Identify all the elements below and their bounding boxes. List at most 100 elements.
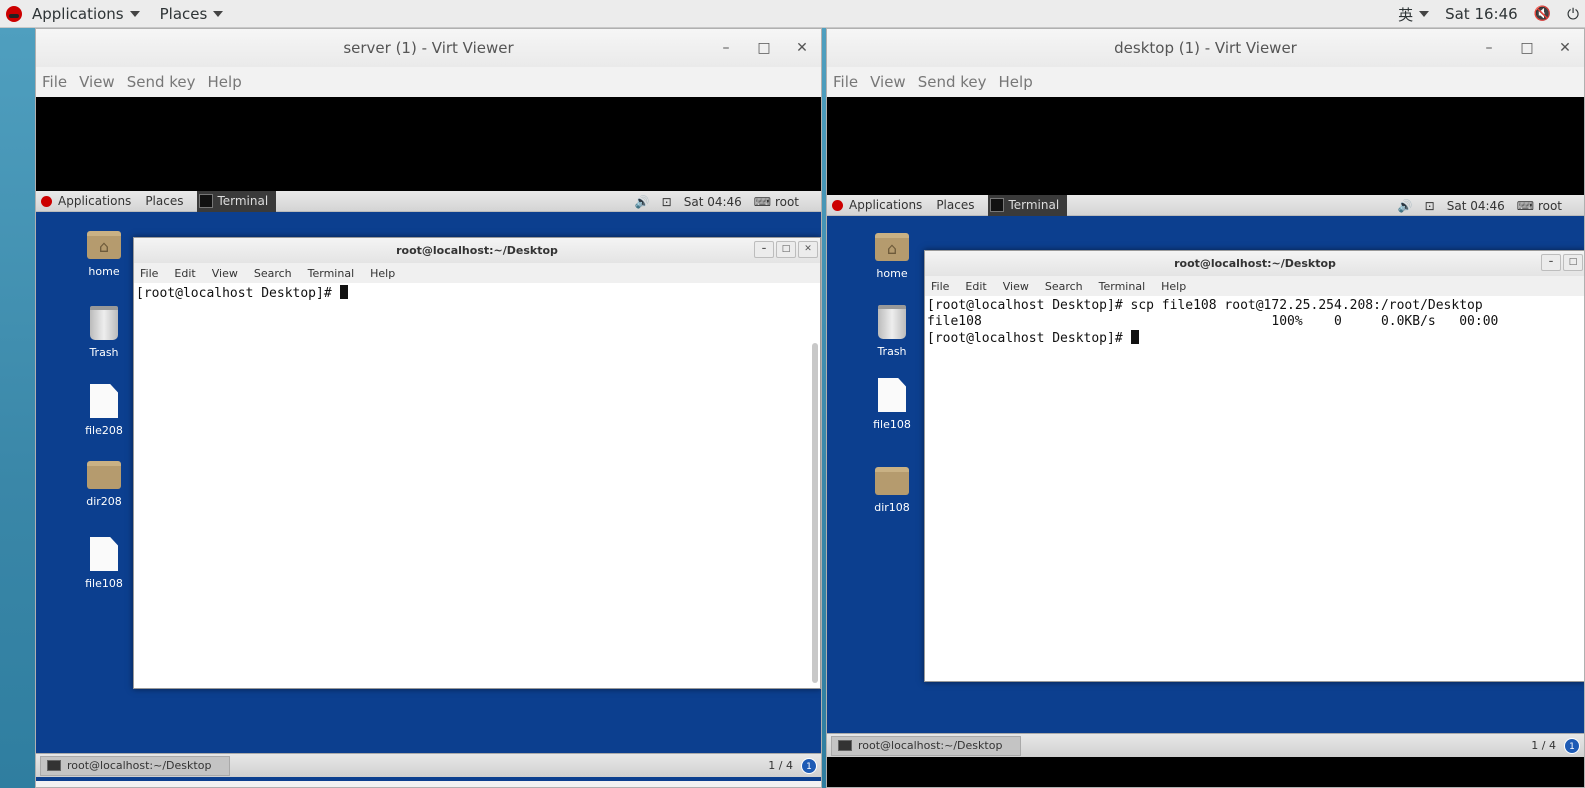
network-icon[interactable]: ⊡ (1425, 199, 1435, 213)
desktop-icon-trash[interactable]: Trash (74, 306, 134, 359)
server-guest-terminal-task[interactable]: Terminal (197, 190, 277, 212)
minimize-icon[interactable]: – (754, 241, 774, 258)
terminal-menu-edit[interactable]: Edit (965, 280, 986, 293)
server-menubar: File View Send key Help (36, 67, 821, 97)
desktop-workspace-indicator[interactable]: 1 / 4 (1531, 739, 1556, 752)
server-guest-bottom-bar: root@localhost:~/Desktop 1 / 4 1 (36, 753, 821, 777)
terminal-icon (838, 740, 852, 751)
desktop-terminal-window[interactable]: root@localhost:~/Desktop – □ File Edit V… (924, 250, 1584, 682)
desktop-terminal-titlebar[interactable]: root@localhost:~/Desktop – □ (925, 251, 1584, 276)
terminal-menu-file[interactable]: File (931, 280, 949, 293)
server-guest-places[interactable]: Places (145, 194, 183, 208)
desktop-terminal-menubar: File Edit View Search Terminal Help (925, 276, 1584, 296)
desktop-menu-file[interactable]: File (833, 73, 858, 91)
close-icon[interactable]: ✕ (783, 40, 821, 56)
server-guest-clock[interactable]: Sat 04:46 (684, 195, 742, 209)
terminal-menu-search[interactable]: Search (254, 267, 292, 280)
terminal-menu-search[interactable]: Search (1045, 280, 1083, 293)
desktop-terminal-output[interactable]: [root@localhost Desktop]# scp file108 ro… (925, 296, 1584, 349)
close-icon[interactable]: ✕ (798, 241, 818, 258)
terminal-line: file108 100% 0 0.0KB/s 00:00 (927, 314, 1499, 329)
home-folder-icon (875, 233, 909, 261)
desktop-icon-file208[interactable]: file208 (74, 384, 134, 437)
server-terminal-title: root@localhost:~/Desktop (396, 244, 558, 257)
desktop-icon-label: file208 (85, 424, 123, 437)
server-guest-applications[interactable]: Applications (58, 194, 131, 208)
network-icon[interactable]: ⊡ (662, 195, 672, 209)
power-icon[interactable]: ⏻ (1567, 5, 1579, 23)
maximize-icon[interactable]: □ (1508, 40, 1546, 56)
volume-icon[interactable]: 🔊 (1398, 199, 1413, 213)
volume-icon[interactable]: 🔊 (635, 195, 650, 209)
server-window-title: server (1) - Virt Viewer (343, 39, 514, 57)
desktop-icon-trash[interactable]: Trash (862, 305, 922, 358)
desktop-icon-dir108[interactable]: dir108 (862, 467, 922, 514)
desktop-icon-dir208[interactable]: dir208 (74, 461, 134, 508)
maximize-icon[interactable]: □ (776, 241, 796, 258)
desktop-menu-view[interactable]: View (870, 73, 906, 91)
desktop-menubar: File View Send key Help (827, 67, 1584, 97)
chevron-down-icon (129, 10, 140, 17)
desktop-window-titlebar[interactable]: desktop (1) - Virt Viewer – □ ✕ (827, 29, 1584, 67)
server-guest-desktop[interactable]: Applications Places Terminal 🔊 ⊡ Sat 04:… (36, 190, 821, 781)
server-terminal-titlebar[interactable]: root@localhost:~/Desktop – □ ✕ (134, 238, 820, 263)
host-places-label: Places (159, 4, 208, 23)
user-menu[interactable]: ⌨ root (1517, 199, 1574, 213)
terminal-menu-view[interactable]: View (212, 267, 238, 280)
desktop-window-title: desktop (1) - Virt Viewer (1114, 39, 1297, 57)
terminal-menu-view[interactable]: View (1003, 280, 1029, 293)
notification-badge[interactable]: 1 (801, 757, 817, 774)
notification-badge[interactable]: 1 (1564, 737, 1580, 754)
server-menu-file[interactable]: File (42, 73, 67, 91)
minimize-icon[interactable]: – (1470, 40, 1508, 56)
host-top-bar: Applications Places 英 Sat 16:46 🔇 ⏻ (0, 0, 1585, 28)
desktop-icon-file108[interactable]: file108 (74, 537, 134, 590)
desktop-guest-clock[interactable]: Sat 04:46 (1447, 199, 1505, 213)
terminal-scrollbar[interactable] (812, 343, 818, 683)
user-menu[interactable]: ⌨ root (754, 195, 811, 209)
desktop-guest-places[interactable]: Places (936, 198, 974, 212)
host-clock[interactable]: Sat 16:46 (1445, 5, 1518, 23)
minimize-icon[interactable]: – (707, 40, 745, 56)
desktop-guest-applications[interactable]: Applications (849, 198, 922, 212)
terminal-menu-terminal[interactable]: Terminal (308, 267, 355, 280)
input-method-indicator[interactable]: 英 (1398, 4, 1430, 25)
server-window-titlebar[interactable]: server (1) - Virt Viewer – □ ✕ (36, 29, 821, 67)
redhat-logo-icon (6, 5, 22, 22)
server-terminal-window[interactable]: root@localhost:~/Desktop – □ ✕ File Edit… (133, 237, 821, 689)
desktop-icon-label: dir208 (86, 495, 122, 508)
chevron-down-icon (1419, 11, 1430, 17)
server-taskbar-terminal[interactable]: root@localhost:~/Desktop (40, 755, 230, 776)
maximize-icon[interactable]: □ (745, 40, 783, 56)
desktop-guest-terminal-task[interactable]: Terminal (988, 194, 1068, 216)
terminal-menu-terminal[interactable]: Terminal (1099, 280, 1146, 293)
desktop-menu-help[interactable]: Help (999, 73, 1033, 91)
close-icon[interactable]: ✕ (1546, 40, 1584, 56)
desktop-display-border (827, 97, 1584, 195)
desktop-display-border-bottom (827, 757, 1584, 787)
desktop-icon-home[interactable]: home (862, 233, 922, 280)
desktop-menu-send-key[interactable]: Send key (918, 73, 987, 91)
server-workspace-indicator[interactable]: 1 / 4 (768, 759, 793, 772)
desktop-icon-home[interactable]: home (74, 231, 134, 278)
terminal-menu-help[interactable]: Help (1161, 280, 1186, 293)
terminal-menu-help[interactable]: Help (370, 267, 395, 280)
desktop-taskbar-terminal[interactable]: root@localhost:~/Desktop (831, 735, 1021, 756)
server-terminal-output[interactable]: [root@localhost Desktop]# (134, 283, 820, 304)
desktop-terminal-title: root@localhost:~/Desktop (1174, 257, 1336, 270)
server-menu-send-key[interactable]: Send key (127, 73, 196, 91)
desktop-guest-desktop[interactable]: Applications Places Terminal 🔊 ⊡ Sat 04:… (827, 194, 1584, 757)
server-menu-view[interactable]: View (79, 73, 115, 91)
host-places-menu[interactable]: Places (160, 5, 224, 23)
volume-muted-icon[interactable]: 🔇 (1534, 6, 1551, 22)
desktop-icon-label: home (876, 267, 908, 280)
minimize-icon[interactable]: – (1541, 254, 1561, 271)
host-applications-menu[interactable]: Applications (32, 5, 140, 23)
server-menu-help[interactable]: Help (208, 73, 242, 91)
maximize-icon[interactable]: □ (1563, 254, 1583, 271)
terminal-menu-file[interactable]: File (140, 267, 158, 280)
host-applications-label: Applications (32, 4, 124, 23)
terminal-menu-edit[interactable]: Edit (174, 267, 195, 280)
desktop-icon-file108[interactable]: file108 (862, 378, 922, 431)
server-guest-top-bar: Applications Places Terminal 🔊 ⊡ Sat 04:… (36, 190, 821, 212)
